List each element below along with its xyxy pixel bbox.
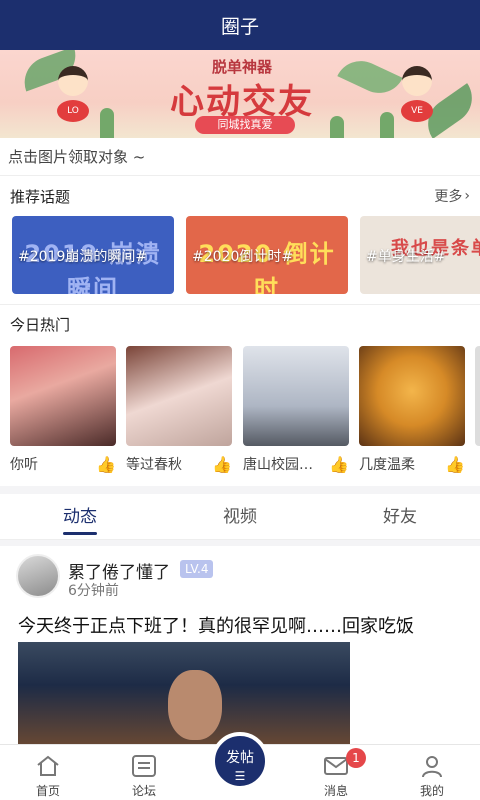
nav-forum[interactable]: 论坛 xyxy=(96,745,192,800)
thumbs-up-icon[interactable]: 👍 xyxy=(329,455,349,474)
hot-carousel[interactable]: 你听 👍 等过春秋 👍 唐山校园… 👍 几度温柔 👍 xyxy=(0,344,480,486)
tree-decoration xyxy=(380,112,394,138)
thumbs-up-icon[interactable]: 👍 xyxy=(96,455,116,474)
chevron-right-icon: › xyxy=(464,188,470,204)
boy-illustration: LO xyxy=(50,66,96,132)
topics-carousel[interactable]: 2019 崩溃瞬间 #2019崩溃的瞬间# 2020 倒计时 #2020倒计时#… xyxy=(0,214,480,304)
hot-card[interactable]: 几度温柔 👍 xyxy=(359,346,465,474)
nav-label: 首页 xyxy=(35,784,60,798)
avatar[interactable] xyxy=(16,554,60,598)
unread-badge: 1 xyxy=(346,748,366,768)
post-time: 6分钟前 xyxy=(68,583,119,599)
hot-header: 今日热门 xyxy=(0,304,480,344)
topics-header: 推荐话题 更多 › xyxy=(0,176,480,216)
hot-image[interactable] xyxy=(475,346,480,446)
nav-me[interactable]: 我的 xyxy=(384,745,480,800)
hot-title: 今日热门 xyxy=(10,316,71,334)
more-label: 更多 xyxy=(434,189,463,205)
nav-messages[interactable]: 消息 xyxy=(288,745,384,800)
tab-dynamics[interactable]: 动态 xyxy=(0,494,160,539)
hot-name: 几度温柔 xyxy=(359,457,415,473)
post-image[interactable] xyxy=(18,642,350,750)
hot-name: 你听 xyxy=(10,457,38,473)
topic-card[interactable]: 2020 倒计时 #2020倒计时# xyxy=(186,216,348,294)
home-icon xyxy=(34,753,62,779)
topic-label: #2020倒计时# xyxy=(192,249,294,265)
nav-label: 消息 xyxy=(323,784,348,798)
nav-label: 我的 xyxy=(419,784,444,798)
heart-sign: LO xyxy=(57,100,89,122)
topics-title: 推荐话题 xyxy=(10,187,71,206)
nav-label: 论坛 xyxy=(131,784,156,798)
forum-icon xyxy=(130,753,158,779)
post-item[interactable]: 累了倦了懂了 LV.4 6分钟前 今天终于正点下班了！真的很罕见啊……回家吃饭 xyxy=(0,546,480,750)
hot-card[interactable]: 唐山校园… 👍 xyxy=(243,346,349,474)
hot-name: 唐山校园… xyxy=(243,457,313,473)
post-button[interactable]: 发帖 ☰ xyxy=(211,732,269,790)
thumbs-up-icon[interactable]: 👍 xyxy=(212,455,232,474)
hot-image[interactable] xyxy=(359,346,465,446)
nav-home[interactable]: 首页 xyxy=(0,745,96,800)
hot-card-partial[interactable] xyxy=(475,346,480,446)
tab-friends[interactable]: 好友 xyxy=(320,494,480,539)
user-icon xyxy=(418,753,446,779)
hot-name: 等过春秋 xyxy=(126,457,182,473)
more-topics-button[interactable]: 更多 › xyxy=(434,186,470,206)
girl-illustration: VE xyxy=(394,66,440,132)
tab-video[interactable]: 视频 xyxy=(160,494,320,539)
menu-lines-icon: ☰ xyxy=(234,769,246,783)
hot-image[interactable] xyxy=(126,346,232,446)
level-badge: LV.4 xyxy=(180,560,214,578)
banner-pill: 同城找真爱 xyxy=(195,116,295,134)
feed-tabs: 动态 视频 好友 xyxy=(0,494,480,540)
hot-card[interactable]: 等过春秋 👍 xyxy=(126,346,232,474)
topic-label: #单身生活# xyxy=(366,249,446,265)
topic-card[interactable]: 2019 崩溃瞬间 #2019崩溃的瞬间# xyxy=(12,216,174,294)
post-text[interactable]: 今天终于正点下班了！真的很罕见啊……回家吃饭 xyxy=(18,612,414,638)
thumbs-up-icon[interactable]: 👍 xyxy=(445,455,465,474)
banner-hint: 点击图片领取对象 ~ xyxy=(0,138,480,176)
hot-card[interactable]: 你听 👍 xyxy=(10,346,116,474)
heart-sign: VE xyxy=(401,100,433,122)
tree-decoration xyxy=(100,108,114,138)
hot-image[interactable] xyxy=(243,346,349,446)
topic-label: #2019崩溃的瞬间# xyxy=(18,249,148,265)
hot-image[interactable] xyxy=(10,346,116,446)
leaf-decoration xyxy=(337,52,403,102)
post-button-label: 发帖 xyxy=(226,750,254,766)
top-bar: 圈子 xyxy=(0,0,480,50)
topic-card[interactable]: 我也是条单 #单身生活# xyxy=(360,216,480,294)
promo-banner[interactable]: LO VE 脱单神器 心动交友 同城找真爱 xyxy=(0,50,480,138)
page-title: 圈子 xyxy=(220,15,259,38)
